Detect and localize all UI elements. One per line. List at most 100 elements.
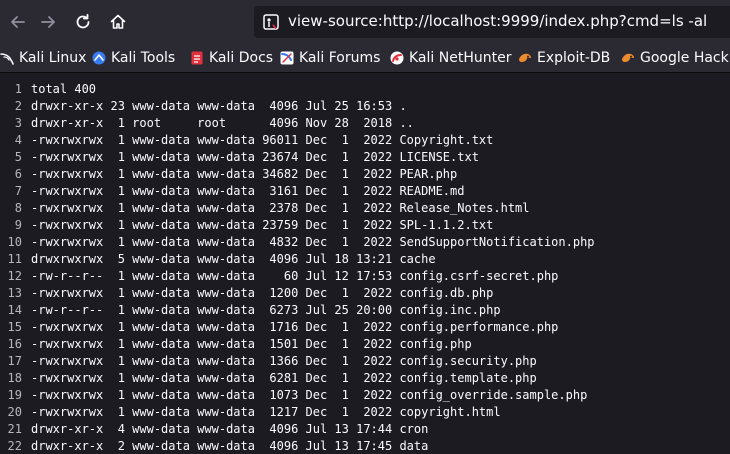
line-number: 21 [7, 422, 22, 436]
bookmark-kali-nethunter[interactable]: Kali NetHunter [390, 47, 511, 69]
url-text: view-source:http://localhost:9999/index.… [288, 12, 708, 30]
source-line: 15 -rwxrwxrwx 1 www-data www-data 1716 De… [0, 319, 595, 336]
line-number: 8 [14, 201, 22, 215]
source-line: 7 -rwxrwxrwx 1 www-data www-data 3161 Dec… [0, 183, 595, 200]
source-line: 20 -rwxrwxrwx 1 www-data www-data 1217 De… [0, 404, 595, 421]
line-text: -rwxrwxrwx 1 www-data www-data 1501 Dec … [31, 337, 472, 351]
source-line: 8 -rwxrwxrwx 1 www-data www-data 2378 Dec… [0, 200, 595, 217]
source-line: 2 drwxr-xr-x 23 www-data www-data 4096 Ju… [0, 98, 595, 115]
source-line: 18 -rwxrwxrwx 1 www-data www-data 6281 De… [0, 370, 595, 387]
page-info-icon[interactable] [262, 13, 280, 31]
source-line: 19 -rwxrwxrwx 1 www-data www-data 1073 De… [0, 387, 595, 404]
source-line: 4 -rwxrwxrwx 1 www-data www-data 96011 De… [0, 132, 595, 149]
back-button[interactable] [4, 8, 32, 36]
bookmark-kali-tools[interactable]: Kali Tools [92, 47, 175, 69]
line-text: -rwxrwxrwx 1 www-data www-data 3161 Dec … [31, 184, 465, 198]
line-text: -rwxrwxrwx 1 www-data www-data 1200 Dec … [31, 286, 494, 300]
line-number: 17 [7, 354, 22, 368]
arrow-right-icon [41, 16, 55, 28]
line-number: 15 [7, 320, 22, 334]
line-number: 3 [14, 116, 22, 130]
line-text: -rwxrwxrwx 1 www-data www-data 1716 Dec … [31, 320, 559, 334]
ghdb-icon [622, 53, 634, 62]
line-number: 22 [7, 439, 22, 453]
address-bar[interactable]: view-source:http://localhost:9999/index.… [254, 6, 730, 38]
bookmark-label: Kali Docs [209, 50, 274, 66]
view-source-content: 1 total 400 2 drwxr-xr-x 23 www-data www-da… [0, 81, 730, 454]
arrow-left-icon [11, 16, 25, 28]
kali-docs-icon [191, 51, 203, 65]
line-text: -rwxrwxrwx 1 www-data www-data 4832 Dec … [31, 235, 595, 249]
source-line: 11 drwxrwxrwx 5 www-data www-data 4096 Ju… [0, 251, 595, 268]
line-text: -rwxrwxrwx 1 www-data www-data 1366 Dec … [31, 354, 537, 368]
source-line: 13 -rwxrwxrwx 1 www-data www-data 1200 De… [0, 285, 595, 302]
source-line: 5 -rwxrwxrwx 1 www-data www-data 23674 De… [0, 149, 595, 166]
line-text: -rw-r--r-- 1 www-data www-data 60 Jul 12… [31, 269, 559, 283]
line-text: drwxr-xr-x 2 www-data www-data 4096 Jul … [31, 439, 429, 453]
bookmark-exploit-db[interactable]: Exploit-DB [518, 47, 610, 69]
source-line: 6 -rwxrwxrwx 1 www-data www-data 34682 De… [0, 166, 595, 183]
line-text: -rwxrwxrwx 1 www-data www-data 6281 Dec … [31, 371, 537, 385]
browser-toolbar: view-source:http://localhost:9999/index.… [0, 0, 730, 44]
forward-button[interactable] [34, 8, 62, 36]
kali-icon [0, 53, 14, 65]
source-line: 9 -rwxrwxrwx 1 www-data www-data 23759 De… [0, 217, 595, 234]
bookmark-kali-docs[interactable]: Kali Docs [190, 47, 273, 69]
exploit-db-icon [519, 53, 531, 62]
nethunter-icon [390, 51, 404, 65]
source-line: 10 -rwxrwxrwx 1 www-data www-data 4832 De… [0, 234, 595, 251]
kali-tools-icon [92, 51, 106, 65]
line-text: drwxr-xr-x 23 www-data www-data 4096 Jul… [31, 99, 407, 113]
line-text: -rwxrwxrwx 1 www-data www-data 1217 Dec … [31, 405, 501, 419]
line-text: -rwxrwxrwx 1 www-data www-data 2378 Dec … [31, 201, 530, 215]
line-number: 18 [7, 371, 22, 385]
home-icon [110, 14, 126, 29]
line-number: 19 [7, 388, 22, 402]
line-text: -rwxrwxrwx 1 www-data www-data 23674 Dec… [31, 150, 479, 164]
line-text: -rwxrwxrwx 1 www-data www-data 34682 Dec… [31, 167, 458, 181]
bookmark-kali-forums[interactable]: Kali Forums [280, 47, 380, 69]
line-number: 20 [7, 405, 22, 419]
line-text: -rwxrwxrwx 1 www-data www-data 1073 Dec … [31, 388, 588, 402]
source-line: 21 drwxr-xr-x 4 www-data www-data 4096 Ju… [0, 421, 595, 438]
source-line: 12 -rw-r--r-- 1 www-data www-data 60 Jul … [0, 268, 595, 285]
source-table: 1 total 400 2 drwxr-xr-x 23 www-data www-da… [0, 81, 595, 454]
reload-icon [76, 13, 90, 29]
bookmark-label: Kali Forums [299, 50, 381, 66]
line-number: 13 [7, 286, 22, 300]
home-button[interactable] [104, 8, 132, 36]
source-line: 22 drwxr-xr-x 2 www-data www-data 4096 Ju… [0, 438, 595, 454]
bookmarks-toolbar: Kali Linux Kali Tools Kali Docs Kali For… [0, 44, 730, 73]
line-number: 6 [14, 167, 22, 181]
line-text: drwxr-xr-x 4 www-data www-data 4096 Jul … [31, 422, 429, 436]
line-text: drwxr-xr-x 1 root root 4096 Nov 28 2018 … [31, 116, 414, 130]
line-text: -rw-r--r-- 1 www-data www-data 6273 Jul … [31, 303, 501, 317]
kali-forums-icon [280, 51, 294, 65]
bookmark-label: Kali NetHunter [409, 50, 512, 66]
line-number: 11 [7, 252, 22, 266]
line-number: 5 [14, 150, 22, 164]
line-number: 9 [14, 218, 22, 232]
bookmark-label: Kali Tools [111, 50, 176, 66]
bookmark-google-hacking[interactable]: Google Hacking [621, 47, 730, 69]
reload-button[interactable] [69, 8, 97, 36]
line-text: drwxrwxrwx 5 www-data www-data 4096 Jul … [31, 252, 436, 266]
line-number: 1 [14, 82, 22, 96]
line-number: 10 [7, 235, 22, 249]
line-number: 2 [14, 99, 22, 113]
source-line: 1 total 400 [0, 81, 595, 98]
line-text: total 400 [31, 82, 97, 96]
line-number: 14 [7, 303, 22, 317]
line-number: 7 [14, 184, 22, 198]
bookmark-label: Google Hacking [640, 50, 730, 66]
line-number: 12 [7, 269, 22, 283]
bookmark-kali-linux[interactable]: Kali Linux [0, 47, 86, 69]
line-text: -rwxrwxrwx 1 www-data www-data 23759 Dec… [31, 218, 494, 232]
line-number: 16 [7, 337, 22, 351]
source-line: 17 -rwxrwxrwx 1 www-data www-data 1366 De… [0, 353, 595, 370]
line-number: 4 [14, 133, 22, 147]
bookmark-label: Kali Linux [19, 50, 87, 66]
line-text: -rwxrwxrwx 1 www-data www-data 96011 Dec… [31, 133, 494, 147]
source-line: 3 drwxr-xr-x 1 root root 4096 Nov 28 2018… [0, 115, 595, 132]
bookmark-label: Exploit-DB [537, 50, 611, 66]
